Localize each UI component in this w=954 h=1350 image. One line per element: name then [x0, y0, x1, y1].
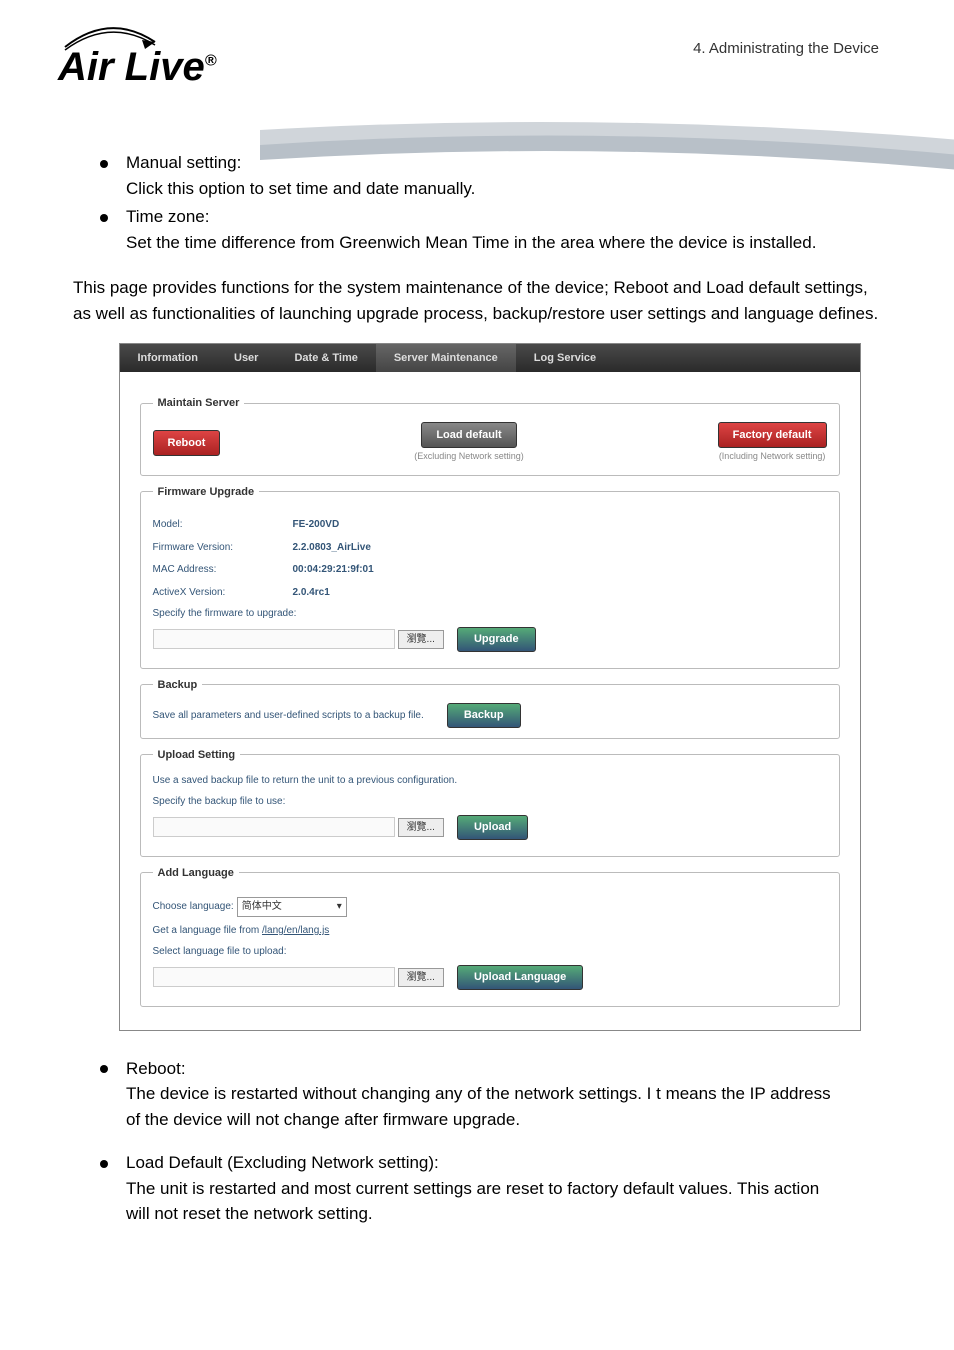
firmware-upgrade-fieldset: Firmware Upgrade Model:FE-200VD Firmware…: [140, 484, 840, 669]
upload-button[interactable]: Upload: [457, 815, 528, 840]
upload-file-input[interactable]: [153, 817, 395, 837]
list-item: Reboot: The device is restarted without c…: [100, 1056, 879, 1133]
fieldset-legend: Add Language: [153, 865, 239, 882]
firmware-file-input[interactable]: [153, 629, 395, 649]
activex-version-value: 2.0.4rc1: [293, 587, 330, 598]
bullet-icon: [100, 160, 108, 168]
model-value: FE-200VD: [293, 519, 340, 530]
maintain-server-fieldset: Maintain Server Reboot Load default (Exc…: [140, 395, 840, 476]
upload-spec-label: Specify the backup file to use:: [153, 794, 827, 809]
item-title: Time zone:: [126, 207, 209, 226]
mac-address-label: MAC Address:: [153, 562, 293, 577]
fieldset-legend: Backup: [153, 677, 203, 694]
factory-default-caption: (Including Network setting): [719, 451, 826, 461]
get-language-text: Get a language file from: [153, 925, 263, 936]
item-body: The device is restarted without changing…: [126, 1084, 831, 1129]
tab-user[interactable]: User: [216, 344, 276, 372]
list-item: Load Default (Excluding Network setting)…: [100, 1150, 879, 1227]
tab-log-service[interactable]: Log Service: [516, 344, 614, 372]
brand-logo: Air Live®: [58, 45, 217, 90]
load-default-button[interactable]: Load default: [421, 422, 516, 449]
activex-version-label: ActiveX Version:: [153, 585, 293, 600]
language-spec-label: Select language file to upload:: [153, 944, 827, 959]
language-select[interactable]: 简体中文: [237, 897, 347, 917]
page-header: Air Live® 4. Administrating the Device: [0, 0, 954, 130]
item-title: Reboot:: [126, 1059, 186, 1078]
intro-paragraph: This page provides functions for the sys…: [73, 275, 879, 326]
backup-fieldset: Backup Save all parameters and user-defi…: [140, 677, 840, 739]
language-file-input[interactable]: [153, 967, 395, 987]
firmware-spec-label: Specify the firmware to upgrade:: [153, 606, 827, 621]
item-body: Set the time difference from Greenwich M…: [126, 233, 816, 252]
bullet-icon: [100, 1160, 108, 1168]
header-swoosh-icon: [260, 110, 954, 190]
add-language-fieldset: Add Language Choose language: 简体中文 Get a…: [140, 865, 840, 1007]
model-label: Model:: [153, 517, 293, 532]
factory-default-button[interactable]: Factory default: [718, 422, 827, 449]
backup-button[interactable]: Backup: [447, 703, 521, 728]
upgrade-button[interactable]: Upgrade: [457, 627, 536, 652]
choose-language-label: Choose language:: [153, 901, 234, 912]
item-body: The unit is restarted and most current s…: [126, 1179, 819, 1224]
tab-bar: Information User Date & Time Server Main…: [120, 344, 860, 372]
bullet-icon: [100, 1065, 108, 1073]
upload-language-button[interactable]: Upload Language: [457, 965, 583, 990]
firmware-browse-button[interactable]: 瀏覽...: [398, 630, 444, 649]
firmware-version-label: Firmware Version:: [153, 540, 293, 555]
item-title: Manual setting:: [126, 153, 241, 172]
fieldset-legend: Maintain Server: [153, 395, 245, 412]
tab-server-maintenance[interactable]: Server Maintenance: [376, 344, 516, 372]
fieldset-legend: Upload Setting: [153, 747, 241, 764]
reboot-button[interactable]: Reboot: [153, 430, 221, 457]
bullet-list-2: Reboot: The device is restarted without c…: [100, 1056, 879, 1227]
embedded-screenshot: Information User Date & Time Server Main…: [119, 343, 861, 1031]
upload-text: Use a saved backup file to return the un…: [153, 773, 827, 788]
list-item: Time zone: Set the time difference from G…: [100, 204, 879, 255]
upload-setting-fieldset: Upload Setting Use a saved backup file t…: [140, 747, 840, 857]
load-default-caption: (Excluding Network setting): [414, 451, 524, 461]
firmware-version-value: 2.2.0803_AirLive: [293, 542, 371, 553]
page-content: Manual setting:Click this option to set …: [100, 150, 879, 1227]
backup-text: Save all parameters and user-defined scr…: [153, 710, 424, 721]
item-title: Load Default (Excluding Network setting)…: [126, 1153, 439, 1172]
mac-address-value: 00:04:29:21:9f:01: [293, 564, 374, 575]
tab-information[interactable]: Information: [120, 344, 217, 372]
language-file-link[interactable]: /lang/en/lang.js: [262, 925, 329, 936]
bullet-icon: [100, 214, 108, 222]
language-browse-button[interactable]: 瀏覽...: [398, 968, 444, 987]
upload-browse-button[interactable]: 瀏覽...: [398, 818, 444, 837]
chapter-title: 4. Administrating the Device: [693, 40, 879, 57]
tab-datetime[interactable]: Date & Time: [276, 344, 375, 372]
fieldset-legend: Firmware Upgrade: [153, 484, 260, 501]
